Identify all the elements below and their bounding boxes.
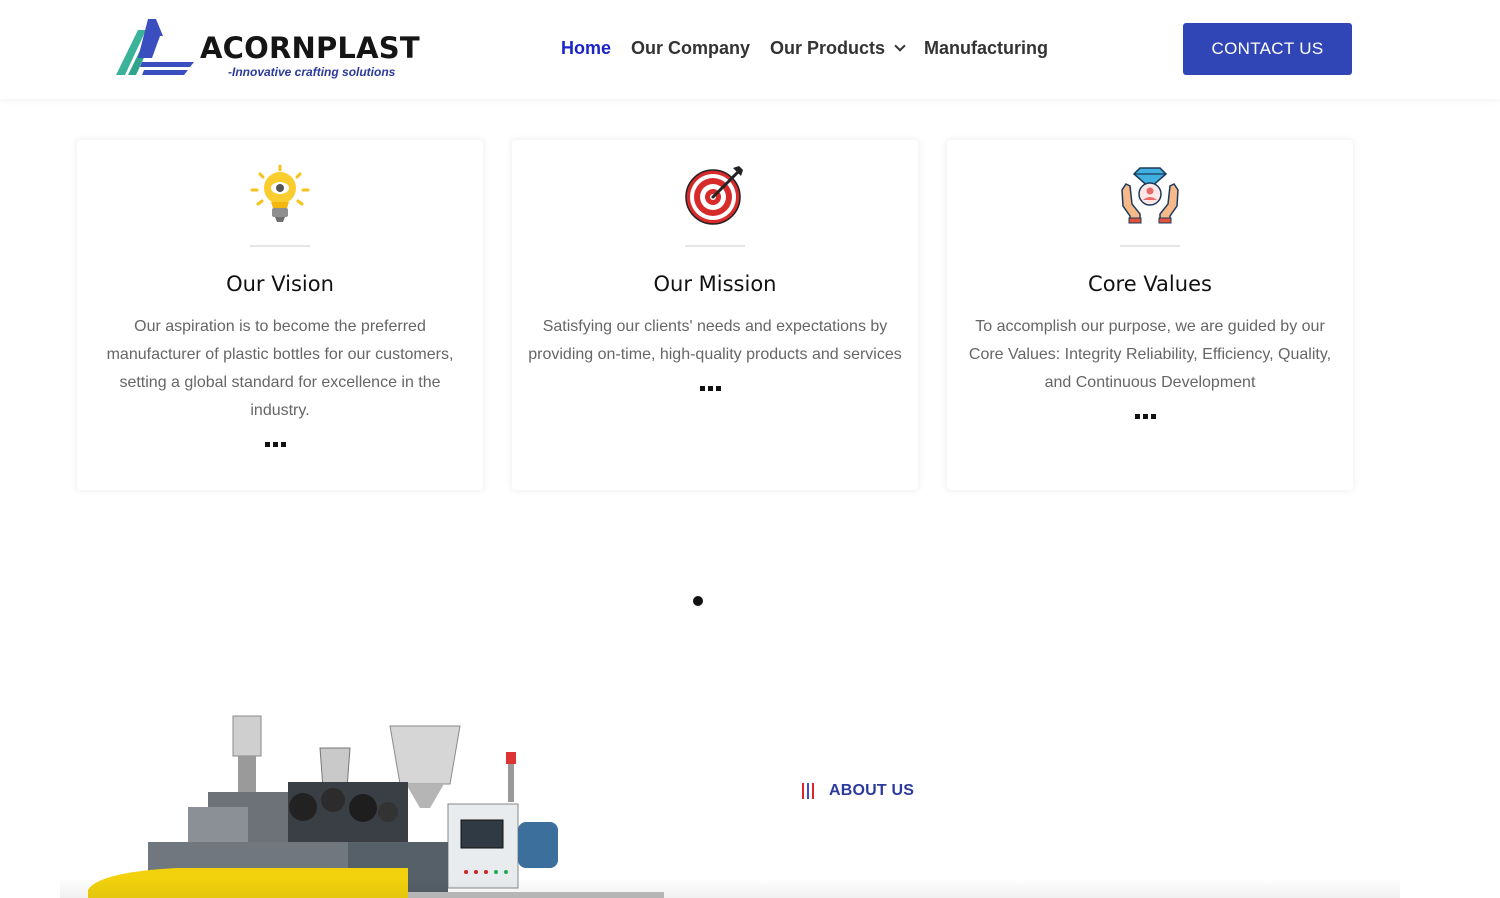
card-title: Our Mission: [653, 272, 777, 296]
card-divider: [250, 245, 310, 247]
main-nav: Home Our Company Our Products Manufactur…: [561, 38, 1068, 59]
about-us-label: ABOUT US: [801, 782, 914, 800]
lightbulb-icon: [250, 164, 310, 222]
hands-diamond-icon: [1121, 167, 1179, 224]
card-divider: [1120, 245, 1180, 247]
about-us-heading: ABOUT US: [829, 782, 915, 799]
target-icon: [685, 166, 743, 225]
logo-name: ACORNPLAST: [200, 31, 420, 65]
more-dots-icon[interactable]: [265, 439, 295, 449]
nav-our-products[interactable]: Our Products: [770, 38, 906, 59]
card-description: To accomplish our purpose, we are guided…: [968, 318, 1332, 391]
bars-icon: [801, 782, 817, 800]
card-divider: [685, 245, 745, 247]
more-dots-icon[interactable]: [700, 383, 730, 393]
core-values-card: Core Values To accomplish our purpose, w…: [947, 140, 1353, 490]
nav-our-company[interactable]: Our Company: [631, 38, 750, 59]
logo-mark-icon: [116, 19, 194, 75]
card-title: Our Vision: [226, 272, 334, 296]
nav-home[interactable]: Home: [561, 38, 611, 59]
carousel-dot[interactable]: [693, 596, 703, 606]
vision-card: Our Vision Our aspiration is to become t…: [77, 140, 483, 490]
card-description: Our aspiration is to become the preferre…: [106, 318, 454, 419]
site-header: ACORNPLAST -Innovative crafting solution…: [0, 0, 1500, 99]
card-text-block: Satisfying our clients' needs and expect…: [526, 313, 904, 393]
mission-card: Our Mission Satisfying our clients' need…: [512, 140, 918, 490]
card-description: Satisfying our clients' needs and expect…: [528, 318, 902, 363]
card-text-block: To accomplish our purpose, we are guided…: [965, 313, 1335, 421]
more-dots-icon[interactable]: [1135, 411, 1165, 421]
logo-tagline: -Innovative crafting solutions: [228, 65, 396, 79]
logo[interactable]: ACORNPLAST -Innovative crafting solution…: [114, 18, 420, 80]
contact-us-button[interactable]: CONTACT US: [1183, 23, 1352, 75]
nav-our-products-label: Our Products: [770, 38, 886, 58]
section-shadow: [60, 878, 1400, 898]
nav-manufacturing[interactable]: Manufacturing: [924, 38, 1048, 59]
card-title: Core Values: [1088, 272, 1212, 296]
blow-molding-machine-image: [88, 715, 664, 898]
card-text-block: Our aspiration is to become the preferre…: [99, 313, 461, 449]
chevron-down-icon[interactable]: [894, 40, 906, 52]
